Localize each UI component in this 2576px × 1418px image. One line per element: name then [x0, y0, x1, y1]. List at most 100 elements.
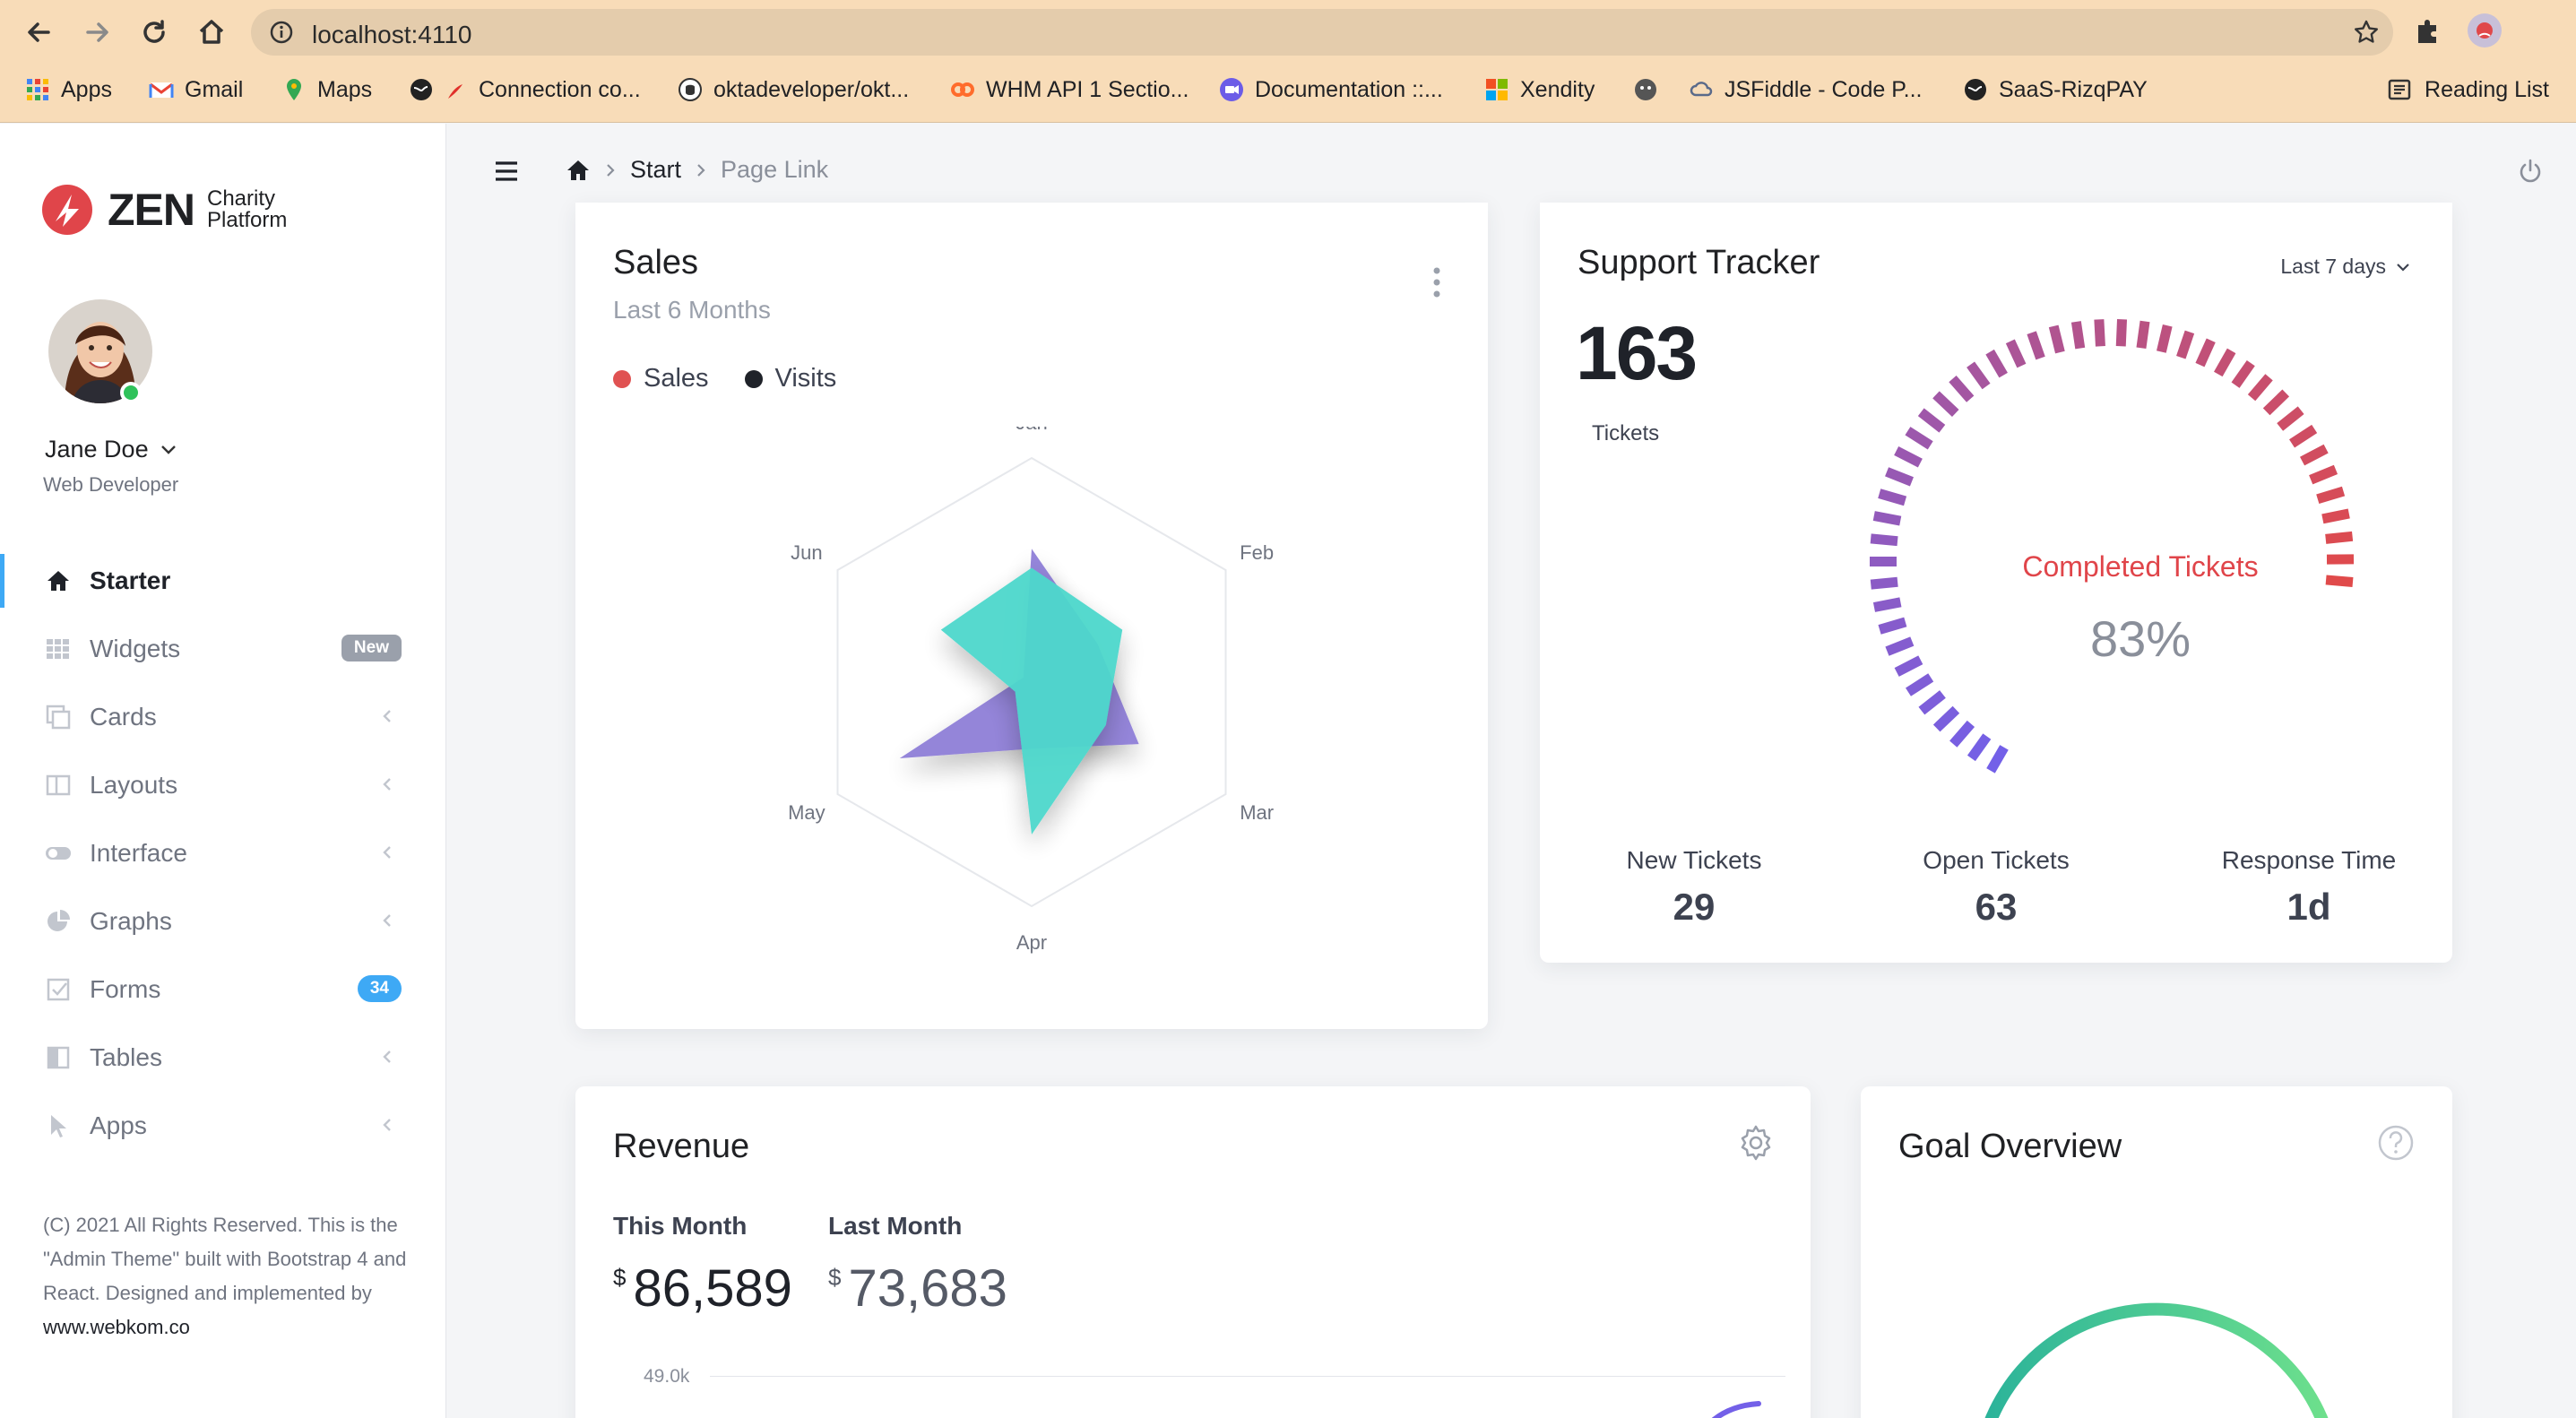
bookmark-apps[interactable]: Apps — [25, 68, 112, 111]
gmail-icon — [149, 77, 174, 102]
zen-logo-icon — [41, 184, 93, 236]
layout-icon — [45, 772, 72, 799]
gauge-tick — [1967, 361, 1991, 390]
goal-progress-ring — [1984, 1302, 2329, 1418]
bookmark-gmail[interactable]: Gmail — [149, 68, 243, 111]
bookmark-maps[interactable]: Maps — [281, 68, 372, 111]
more-vertical-icon[interactable] — [1432, 267, 1441, 298]
gauge-tick — [1949, 720, 1975, 748]
breadcrumb-start[interactable]: Start — [630, 156, 681, 184]
bookmark-label: Maps — [317, 76, 373, 102]
site-info-icon[interactable] — [269, 20, 294, 45]
gauge-value: 83% — [2089, 610, 2191, 667]
legend-visits[interactable]: Visits — [744, 364, 836, 393]
sales-card: Sales Last 6 Months Sales Visits Jan Feb M… — [575, 203, 1488, 1029]
gauge-tick — [1985, 349, 2008, 378]
bookmark-label: Apps — [61, 76, 112, 102]
sidebar-item-forms[interactable]: Forms 34 — [0, 955, 446, 1024]
user-name: Jane Doe — [45, 436, 149, 463]
bookmark-connection[interactable]: Connection co... — [409, 68, 641, 111]
address-bar[interactable]: localhost:4110 — [251, 9, 2393, 56]
legend-sales[interactable]: Sales — [613, 364, 709, 393]
chart-legend: Sales Visits — [613, 364, 836, 393]
sidebar-item-layouts[interactable]: Layouts — [0, 751, 446, 819]
ticket-count: 163 — [1576, 311, 1698, 395]
sidebar-item-widgets[interactable]: Widgets New — [0, 615, 446, 683]
gauge-tick — [1870, 576, 1898, 590]
user-menu[interactable]: Jane Doe — [45, 436, 177, 463]
radar-axis-label: Feb — [1240, 541, 1274, 564]
sales-subtitle: Last 6 Months — [613, 296, 771, 324]
toggle-icon — [45, 840, 72, 867]
gauge-tick — [2289, 424, 2318, 448]
sidebar-item-apps[interactable]: Apps — [0, 1092, 446, 1160]
bookmark-ghost[interactable] — [1633, 68, 1669, 111]
sidebar-item-graphs[interactable]: Graphs — [0, 887, 446, 955]
pie-icon — [45, 908, 72, 935]
ticket-label: Tickets — [1592, 421, 1660, 445]
legend-dot — [744, 369, 763, 388]
power-icon[interactable] — [2517, 158, 2544, 185]
new-badge: New — [341, 635, 402, 661]
bookmark-label: oktadeveloper/okt... — [713, 76, 910, 102]
globe-icon — [1963, 77, 1988, 102]
gauge-tick — [2027, 331, 2045, 360]
bookmark-whm[interactable]: WHM API 1 Sectio... — [950, 68, 1189, 111]
hamburger-menu-icon[interactable] — [494, 160, 519, 183]
chevron-down-icon — [2395, 262, 2411, 272]
forward-icon[interactable] — [79, 14, 115, 50]
brand-logo[interactable]: ZEN Charity Platform — [41, 183, 287, 237]
gauge-tick — [2005, 339, 2027, 368]
chevron-left-icon — [382, 776, 393, 792]
range-dropdown[interactable]: Last 7 days — [2280, 255, 2411, 279]
gauge-tick — [2176, 330, 2195, 359]
extensions-icon[interactable] — [2409, 13, 2445, 48]
revenue-line-chart — [1711, 1401, 1761, 1418]
home-icon[interactable] — [194, 14, 229, 50]
bookmark-label: Xendity — [1520, 76, 1595, 102]
bookmark-oktadeveloper[interactable]: oktadeveloper/okt... — [678, 68, 909, 111]
bookmark-documentation[interactable]: Documentation ::... — [1219, 68, 1443, 111]
gauge-tick — [1894, 655, 1923, 677]
gauge-tick — [2300, 444, 2329, 466]
bookmark-label: WHM API 1 Sectio... — [986, 76, 1189, 102]
gauge-tick — [1905, 427, 1933, 450]
home-icon[interactable] — [566, 159, 591, 182]
sidebar-item-label: Tables — [90, 1043, 162, 1071]
forms-count-badge: 34 — [357, 975, 402, 1002]
bookmark-jsfiddle[interactable]: JSFiddle - Code P... — [1689, 68, 1922, 111]
profile-avatar-icon[interactable] — [2467, 13, 2503, 48]
sidebar-item-label: Starter — [90, 566, 171, 594]
bookmark-saas-rizqpay[interactable]: SaaS-RizqPAY — [1963, 68, 2148, 111]
gauge-tick — [2231, 359, 2255, 388]
gauge-tick — [2316, 486, 2346, 504]
back-icon[interactable] — [22, 14, 57, 50]
radar-series-sales[interactable] — [940, 567, 1123, 835]
sidebar-item-interface[interactable]: Interface — [0, 819, 446, 887]
bookmark-label: Connection co... — [479, 76, 641, 102]
gauge-tick — [2262, 389, 2290, 416]
cursor-icon — [45, 1112, 72, 1139]
sidebar-item-label: Widgets — [90, 635, 181, 662]
chevron-left-icon — [382, 912, 393, 929]
bookmark-star-icon[interactable] — [2352, 18, 2381, 47]
sidebar-item-starter[interactable]: Starter — [0, 547, 446, 615]
gauge-tick — [2048, 324, 2065, 354]
footer-link[interactable]: www.webkom.co — [43, 1316, 190, 1338]
reading-list[interactable]: Reading List — [2387, 68, 2549, 111]
gauge-tick — [1967, 733, 1992, 762]
reload-icon[interactable] — [136, 14, 172, 50]
gauge-tick — [1986, 745, 2009, 774]
gauge-tick — [1932, 705, 1960, 732]
grid-icon — [45, 636, 72, 662]
bookmark-xendity[interactable]: Xendity — [1484, 68, 1595, 111]
table-icon — [45, 1044, 72, 1071]
gauge-tick — [2136, 320, 2150, 350]
gauge-tick — [1872, 597, 1902, 612]
sidebar-item-label: Interface — [90, 839, 187, 867]
github-icon — [678, 77, 703, 102]
chevron-left-icon — [382, 1049, 393, 1065]
sidebar-item-cards[interactable]: Cards — [0, 683, 446, 751]
sidebar-item-tables[interactable]: Tables — [0, 1024, 446, 1092]
bookmark-label: Gmail — [185, 76, 244, 102]
